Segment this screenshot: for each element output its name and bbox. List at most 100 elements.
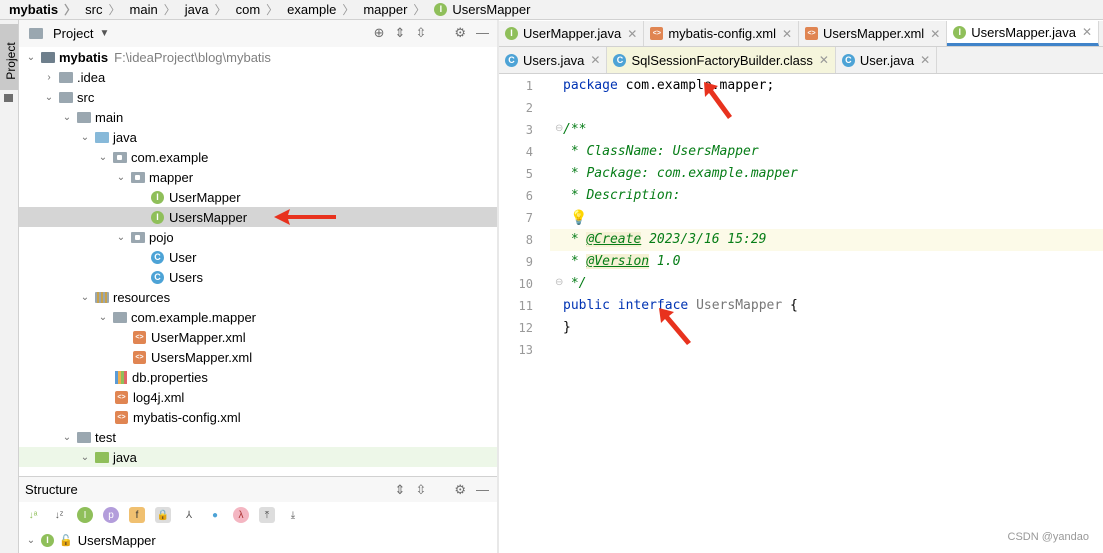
tree-item-label: java	[113, 449, 137, 465]
chevron-down-icon[interactable]: ⌄	[61, 112, 73, 123]
lightbulb-icon[interactable]: 💡	[570, 207, 587, 229]
show-anonymous-icon[interactable]: ●	[207, 507, 223, 523]
class-icon: C	[613, 53, 627, 67]
breadcrumb-item[interactable]: java 〉	[176, 1, 227, 18]
tree-item-users[interactable]: C Users	[19, 267, 497, 287]
project-view-selector[interactable]: Project ▼	[29, 26, 109, 41]
breadcrumb-item[interactable]: I UsersMapper	[425, 2, 530, 17]
collapse-all-icon[interactable]: ⇳	[415, 482, 426, 498]
breadcrumb-item[interactable]: example 〉	[278, 1, 354, 18]
tree-item-src[interactable]: ⌄ src	[19, 87, 497, 107]
close-icon[interactable]: ✕	[1082, 25, 1092, 39]
tree-item-main[interactable]: ⌄ main	[19, 107, 497, 127]
close-icon[interactable]: ✕	[590, 53, 600, 67]
tree-item-usermapper[interactable]: I UserMapper	[19, 187, 497, 207]
tree-item-label: main	[95, 109, 124, 125]
tree-item-usersmapper[interactable]: I UsersMapper	[19, 207, 497, 227]
show-inherited-icon[interactable]: I	[77, 507, 93, 523]
unlock-icon: 🔓	[59, 534, 73, 547]
tree-item-resources[interactable]: ⌄ resources	[19, 287, 497, 307]
expand-all-icon[interactable]: ⇕	[395, 25, 406, 41]
tab-sqlsessionfactorybuilder-class[interactable]: C SqlSessionFactoryBuilder.class ✕	[607, 47, 836, 73]
interface-icon: I	[151, 190, 164, 204]
chevron-down-icon[interactable]: ⌄	[79, 132, 91, 143]
tree-item-java[interactable]: ⌄ java	[19, 127, 497, 147]
chevron-down-icon[interactable]: ⌄	[115, 232, 127, 243]
tree-item-com-example[interactable]: ⌄ com.example	[19, 147, 497, 167]
close-icon[interactable]: ✕	[819, 53, 829, 67]
collapse-all-icon[interactable]: ⇳	[415, 25, 426, 41]
expand-all-icon[interactable]: ⇕	[395, 482, 406, 498]
minimize-icon[interactable]: —	[476, 25, 489, 41]
editor-tabs-row-2: C Users.java ✕ C SqlSessionFactoryBuilder.c…	[499, 47, 1103, 74]
tab-mybatis-config-xml[interactable]: <> mybatis-config.xml ✕	[644, 21, 800, 46]
class-icon: C	[151, 250, 164, 264]
gear-icon[interactable]: ⚙	[454, 25, 466, 41]
breadcrumb-item[interactable]: com 〉	[227, 1, 279, 18]
class-icon: C	[151, 270, 164, 284]
tree-item-db-properties[interactable]: db.properties	[19, 367, 497, 387]
chevron-down-icon[interactable]: ⌄	[25, 535, 37, 546]
chevron-down-icon[interactable]: ▼	[99, 28, 109, 39]
gear-icon[interactable]: ⚙	[454, 482, 466, 498]
test-folder-icon	[95, 451, 109, 463]
tree-item-label: log4j.xml	[133, 389, 185, 405]
chevron-down-icon[interactable]: ⌄	[79, 452, 91, 463]
breadcrumb-item[interactable]: main 〉	[121, 1, 176, 18]
tree-item-com-example-mapper[interactable]: ⌄ com.example.mapper	[19, 307, 497, 327]
sort-by-visibility-icon[interactable]: ↓ᵃ	[25, 507, 41, 523]
annotation-arrow	[659, 308, 691, 345]
tree-item-log4j-xml[interactable]: <> log4j.xml	[19, 387, 497, 407]
close-icon[interactable]: ✕	[920, 53, 930, 67]
breadcrumb: mybatis 〉 src 〉 main 〉 java 〉 com 〉 example 〉 …	[0, 0, 1103, 20]
tab-usersmapper-xml[interactable]: <> UsersMapper.xml ✕	[799, 21, 948, 46]
breadcrumb-item[interactable]: mybatis 〉	[0, 1, 76, 18]
chevron-down-icon[interactable]: ⌄	[97, 152, 109, 163]
tree-item-test-java[interactable]: ⌄ java	[19, 447, 497, 467]
lambda-icon[interactable]: λ	[233, 507, 249, 523]
show-non-public-icon[interactable]: 🔒	[155, 507, 171, 523]
project-panel-header: Project ▼ ⊕ ⇕ ⇳ ⚙ —	[19, 20, 497, 47]
autoscroll-from-source-icon[interactable]: ⤓	[285, 507, 301, 523]
autoscroll-to-source-icon[interactable]: ⤒	[259, 507, 275, 523]
chevron-down-icon[interactable]: ⌄	[97, 312, 109, 323]
chevron-right-icon[interactable]: ›	[43, 72, 55, 83]
breadcrumb-item[interactable]: src 〉	[76, 1, 120, 18]
tab-user-java[interactable]: C User.java ✕	[836, 47, 938, 73]
folder-icon	[77, 111, 91, 123]
structure-item[interactable]: ⌄ I 🔓 UsersMapper	[19, 530, 497, 550]
tree-item-user[interactable]: C User	[19, 247, 497, 267]
chevron-down-icon[interactable]: ⌄	[43, 92, 55, 103]
chevron-down-icon[interactable]: ⌄	[25, 52, 37, 63]
chevron-down-icon[interactable]: ⌄	[61, 432, 73, 443]
sort-alphabetically-icon[interactable]: ↓ᶻ	[51, 507, 67, 523]
close-icon[interactable]: ✕	[930, 27, 940, 41]
locate-icon[interactable]: ⊕	[374, 25, 385, 41]
tree-item-test[interactable]: ⌄ test	[19, 427, 497, 447]
close-icon[interactable]: ✕	[782, 27, 792, 41]
tree-item-mybatis-config-xml[interactable]: <> mybatis-config.xml	[19, 407, 497, 427]
tab-users-java[interactable]: C Users.java ✕	[499, 47, 608, 73]
minimize-icon[interactable]: —	[476, 482, 489, 498]
code-editor[interactable]: package com.example.mapper; /** * ClassN…	[550, 74, 1103, 553]
tab-usersmapper-java[interactable]: I UsersMapper.java ✕	[947, 21, 1100, 46]
project-tool-tab[interactable]: Project	[0, 24, 18, 102]
show-lambdas-tree-icon[interactable]: ⅄	[181, 507, 197, 523]
tree-item-usermapper-xml[interactable]: <> UserMapper.xml	[19, 327, 497, 347]
package-icon	[131, 171, 145, 183]
tree-item-idea[interactable]: › .idea	[19, 67, 497, 87]
chevron-down-icon[interactable]: ⌄	[115, 172, 127, 183]
tab-usermapper-java[interactable]: I UserMapper.java ✕	[499, 21, 645, 46]
show-fields-icon[interactable]: f	[129, 507, 145, 523]
tree-item-label: test	[95, 429, 116, 445]
breadcrumb-item[interactable]: mapper 〉	[354, 1, 425, 18]
tree-item-pojo[interactable]: ⌄ pojo	[19, 227, 497, 247]
chevron-down-icon[interactable]: ⌄	[79, 292, 91, 303]
tree-item-usersmapper-xml[interactable]: <> UsersMapper.xml	[19, 347, 497, 367]
close-icon[interactable]: ✕	[627, 27, 637, 41]
interface-icon: I	[953, 25, 967, 39]
tree-item-label: resources	[113, 289, 171, 305]
show-properties-icon[interactable]: p	[103, 507, 119, 523]
tree-item-mybatis[interactable]: ⌄ mybatis F:\ideaProject\blog\mybatis	[19, 47, 497, 67]
tree-item-mapper[interactable]: ⌄ mapper	[19, 167, 497, 187]
